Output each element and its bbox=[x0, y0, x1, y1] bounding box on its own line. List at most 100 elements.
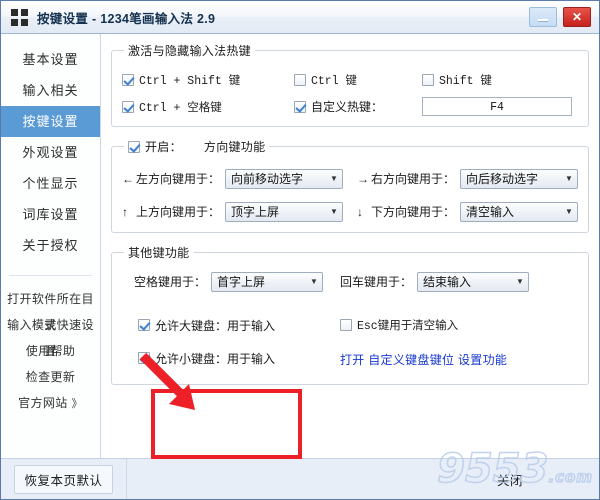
arrow-right-value: 向后移动选字 bbox=[466, 172, 539, 186]
close-button[interactable]: 关闭 bbox=[497, 470, 523, 489]
arrow-up-value: 顶字上屏 bbox=[231, 205, 280, 219]
group-arrow-keys: 开启： 方向键功能 ← 左方向键用于： 向前移动选字 ▼ → 右方向键用于： 向… bbox=[110, 138, 589, 233]
arrow-right-icon: → bbox=[356, 171, 369, 186]
sidebar-item-basic[interactable]: 基本设置 bbox=[1, 44, 100, 75]
custom-hotkey-input[interactable]: F4 bbox=[421, 97, 572, 116]
settings-content: 激活与隐藏输入法热键 Ctrl + Shift 键 Ctrl 键 Shift 键… bbox=[101, 34, 599, 458]
hotkeys-row-1: Ctrl + Shift 键 Ctrl 键 Shift 键 bbox=[121, 72, 578, 88]
window-title: 按键设置 - 1234笔画输入法 2.9 bbox=[37, 11, 216, 26]
sidebar-item-about[interactable]: 关于授权 bbox=[1, 230, 100, 261]
link-open[interactable]: 打开 bbox=[340, 353, 365, 367]
chevron-down-icon: ▼ bbox=[565, 174, 573, 183]
sidebar-link-check-update[interactable]: 检查更新 bbox=[1, 364, 100, 390]
group-other-keys-title: 其他键功能 bbox=[127, 245, 190, 260]
hotkey-cell-shift: Shift 键 bbox=[421, 72, 542, 88]
checkbox-allow-numpad-label: 允许小键盘：用于输入 bbox=[154, 351, 275, 366]
checkbox-shift-label: Shift 键 bbox=[438, 75, 492, 88]
hotkey-cell-ctrl-space: Ctrl + 空格键 bbox=[121, 99, 294, 115]
sidebar-link-website[interactable]: 官方网站 》 bbox=[1, 390, 100, 416]
checkbox-ctrl-space[interactable]: Ctrl + 空格键 bbox=[121, 99, 222, 115]
sidebar-link-open-folder[interactable]: 打开软件所在目录 bbox=[1, 286, 100, 332]
restore-defaults-button[interactable]: 恢复本页默认 bbox=[14, 464, 113, 494]
custom-keyboard-links: 打开 自定义键盘键位 设置功能 bbox=[340, 351, 507, 368]
arrow-cell-up: ↑ 上方向键用于： 顶字上屏 ▼ bbox=[121, 201, 357, 222]
footer-right: 关闭 bbox=[127, 470, 599, 489]
hotkey-cell-custom: 自定义热键： bbox=[293, 98, 422, 115]
checkbox-box-icon bbox=[121, 100, 134, 113]
space-key-select[interactable]: 首字上屏 ▼ bbox=[211, 271, 323, 292]
checkbox-box-icon bbox=[421, 74, 434, 86]
other-cell-esc-links: Esc键用于清空输入 打开 自定义键盘键位 设置功能 bbox=[339, 317, 507, 368]
checkbox-box-icon bbox=[127, 140, 140, 153]
checkbox-box-icon bbox=[293, 74, 306, 86]
sidebar-item-display[interactable]: 个性显示 bbox=[1, 168, 100, 199]
chevron-down-icon: ▼ bbox=[516, 277, 524, 286]
space-key-label: 空格键用于： bbox=[133, 275, 206, 289]
sidebar-link-quick-mode[interactable]: 输入模式快速设置 bbox=[1, 312, 100, 358]
sidebar-item-appearance[interactable]: 外观设置 bbox=[1, 137, 100, 168]
arrow-cell-left: ← 左方向键用于： 向前移动选字 ▼ bbox=[121, 168, 357, 189]
checkbox-box-icon bbox=[293, 100, 306, 113]
arrow-up-icon: ↑ bbox=[121, 204, 128, 219]
checkbox-box-icon bbox=[121, 74, 134, 86]
minimize-button[interactable] bbox=[529, 7, 557, 27]
checkbox-enable-arrow-keys[interactable]: 开启： bbox=[127, 138, 182, 155]
checkbox-box-icon bbox=[339, 318, 352, 331]
sidebar-item-keys[interactable]: 按键设置 bbox=[1, 106, 100, 137]
checkbox-allow-main-keyboard-label: 允许大键盘：用于输入 bbox=[154, 318, 275, 333]
footer-bar: 恢复本页默认 关闭 9553.com bbox=[1, 446, 599, 499]
enter-key-value: 结束输入 bbox=[423, 275, 472, 289]
chevron-down-icon: ▼ bbox=[310, 277, 318, 286]
hotkeys-row-2: Ctrl + 空格键 自定义热键： F4 bbox=[121, 97, 578, 116]
arrow-down-select[interactable]: 清空输入 ▼ bbox=[460, 201, 578, 222]
enter-key-select[interactable]: 结束输入 ▼ bbox=[417, 271, 529, 292]
space-key-value: 首字上屏 bbox=[217, 275, 266, 289]
sidebar-link-website-label: 官方网站 bbox=[18, 396, 68, 410]
sidebar-link-help[interactable]: 使用帮助 bbox=[1, 338, 100, 364]
enable-arrow-keys-label: 开启： bbox=[144, 140, 182, 154]
group-other-keys: 其他键功能 空格键用于： 首字上屏 ▼ 回车键用于： 结束输入 ▼ 允许大键盘：… bbox=[110, 243, 589, 385]
group-hotkeys: 激活与隐藏输入法热键 Ctrl + Shift 键 Ctrl 键 Shift 键… bbox=[110, 42, 589, 127]
arrow-down-label: 下方向键用于： bbox=[370, 205, 455, 219]
arrow-row-1: ← 左方向键用于： 向前移动选字 ▼ → 右方向键用于： 向后移动选字 ▼ bbox=[121, 168, 578, 189]
checkbox-ctrl[interactable]: Ctrl 键 bbox=[293, 72, 357, 88]
link-custom-keyboard-layout[interactable]: 自定义键盘键位 bbox=[368, 353, 454, 367]
settings-window: 按键设置 - 1234笔画输入法 2.9 ✕ 基本设置 输入相关 按键设置 外观… bbox=[0, 0, 600, 500]
arrow-cell-right: → 右方向键用于： 向后移动选字 ▼ bbox=[356, 168, 578, 189]
arrow-down-icon: ↓ bbox=[356, 204, 363, 219]
hotkey-cell-custom-value: F4 bbox=[421, 97, 572, 116]
arrow-keys-title-label: 方向键功能 bbox=[203, 140, 266, 154]
checkbox-allow-numpad[interactable]: 允许小键盘：用于输入 bbox=[137, 350, 275, 367]
chevron-right-icon: 》 bbox=[71, 398, 83, 410]
arrow-cell-down: ↓ 下方向键用于： 清空输入 ▼ bbox=[356, 201, 578, 222]
other-cell-enter: 回车键用于： 结束输入 ▼ bbox=[339, 271, 529, 292]
checkbox-shift[interactable]: Shift 键 bbox=[421, 72, 492, 88]
checkbox-esc-clear[interactable]: Esc键用于清空输入 bbox=[339, 317, 459, 333]
checkbox-ctrl-space-label: Ctrl + 空格键 bbox=[138, 101, 222, 115]
arrow-row-2: ↑ 上方向键用于： 顶字上屏 ▼ ↓ 下方向键用于： 清空输入 ▼ bbox=[121, 201, 578, 222]
checkbox-custom-hotkey[interactable]: 自定义热键： bbox=[293, 98, 383, 115]
enter-key-label: 回车键用于： bbox=[339, 275, 412, 289]
checkbox-box-icon bbox=[137, 319, 150, 331]
chevron-down-icon: ▼ bbox=[565, 207, 573, 216]
window-controls: ✕ bbox=[529, 7, 591, 27]
checkbox-ctrl-shift[interactable]: Ctrl + Shift 键 bbox=[121, 72, 240, 88]
checkbox-allow-main-keyboard[interactable]: 允许大键盘：用于输入 bbox=[137, 317, 275, 334]
other-cell-keyboards: 允许大键盘：用于输入 允许小键盘：用于输入 bbox=[122, 317, 340, 367]
hotkey-cell-ctrl: Ctrl 键 bbox=[293, 72, 422, 88]
link-setting-function[interactable]: 设置功能 bbox=[458, 353, 507, 367]
arrow-right-select[interactable]: 向后移动选字 ▼ bbox=[460, 168, 578, 189]
arrow-left-select[interactable]: 向前移动选字 ▼ bbox=[225, 168, 343, 189]
arrow-left-label: 左方向键用于： bbox=[135, 172, 220, 186]
checkbox-custom-hotkey-label: 自定义热键： bbox=[310, 100, 383, 114]
sidebar-item-dictionary[interactable]: 词库设置 bbox=[1, 199, 100, 230]
arrow-up-select[interactable]: 顶字上屏 ▼ bbox=[225, 201, 343, 222]
title-bar: 按键设置 - 1234笔画输入法 2.9 ✕ bbox=[1, 1, 599, 34]
other-cell-space: 空格键用于： 首字上屏 ▼ bbox=[122, 271, 340, 292]
other-row-1: 空格键用于： 首字上屏 ▼ 回车键用于： 结束输入 ▼ bbox=[122, 271, 578, 292]
checkbox-esc-clear-label: Esc键用于清空输入 bbox=[356, 319, 459, 333]
close-window-button[interactable]: ✕ bbox=[563, 7, 591, 27]
arrow-left-icon: ← bbox=[121, 171, 134, 186]
window-body: 基本设置 输入相关 按键设置 外观设置 个性显示 词库设置 关于授权 打开软件所… bbox=[1, 34, 599, 459]
sidebar-item-input[interactable]: 输入相关 bbox=[1, 75, 100, 106]
